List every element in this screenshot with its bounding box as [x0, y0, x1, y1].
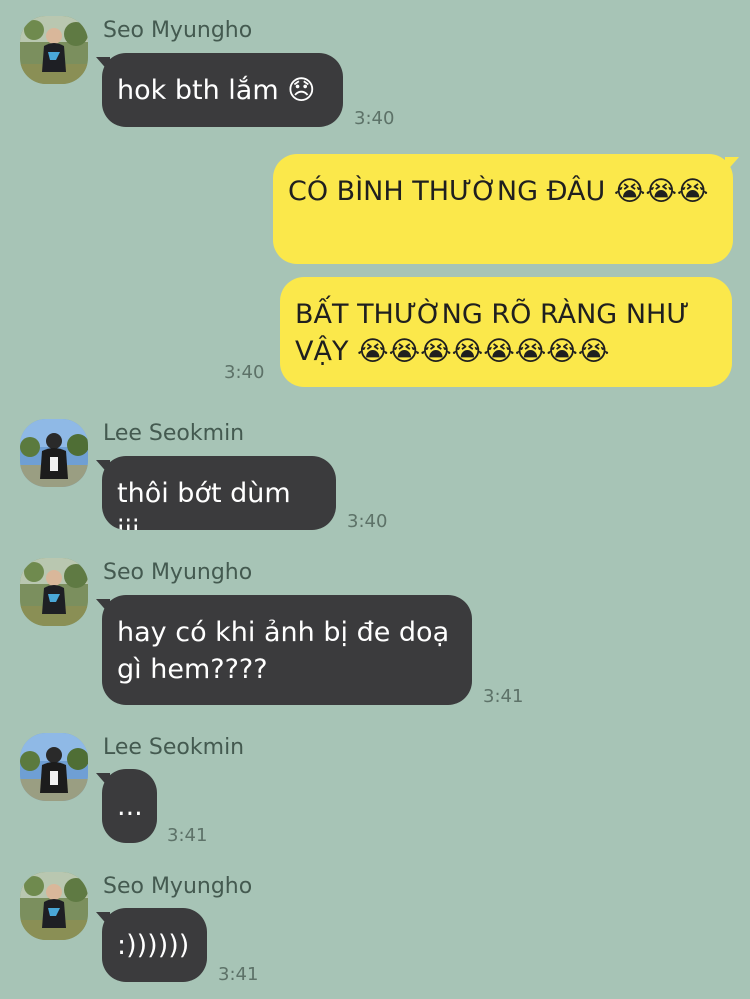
avatar-lee-seokmin[interactable]	[20, 419, 88, 487]
message-time: 3:41	[218, 964, 259, 985]
avatar-photo	[20, 419, 88, 487]
avatar-photo	[20, 872, 88, 940]
sender-name: Seo Myungho	[103, 874, 253, 899]
message-bubble-incoming[interactable]: hok bth lắm 😞	[102, 53, 343, 127]
message-time: 3:40	[354, 108, 395, 129]
sender-name: Seo Myungho	[103, 18, 253, 43]
message-bubble-incoming[interactable]: ...	[102, 769, 157, 843]
avatar-seo-myungho[interactable]	[20, 872, 88, 940]
message-bubble-outgoing[interactable]: BẤT THƯỜNG RÕ RÀNG NHƯ VẬY 😭😭😭😭😭😭😭😭	[280, 277, 732, 387]
message-time: 3:40	[347, 511, 388, 532]
sender-name: Lee Seokmin	[103, 735, 245, 760]
chat-window: Seo Myungho hok bth lắm 😞 3:40 CÓ BÌNH T…	[0, 0, 750, 999]
message-bubble-incoming[interactable]: thôi bớt dùm iii	[102, 456, 336, 530]
avatar-lee-seokmin[interactable]	[20, 733, 88, 801]
message-bubble-incoming[interactable]: :))))))	[102, 908, 207, 982]
bubble-tail	[725, 157, 739, 173]
message-bubble-incoming[interactable]: hay có khi ảnh bị đe doạ gì hem????	[102, 595, 472, 705]
avatar-photo	[20, 558, 88, 626]
avatar-photo	[20, 733, 88, 801]
message-time: 3:41	[483, 686, 524, 707]
message-bubble-outgoing[interactable]: CÓ BÌNH THƯỜNG ĐÂU 😭😭😭	[273, 154, 733, 264]
sender-name: Lee Seokmin	[103, 421, 245, 446]
avatar-photo	[20, 16, 88, 84]
message-time: 3:40	[224, 362, 265, 383]
message-time: 3:41	[167, 825, 208, 846]
sender-name: Seo Myungho	[103, 560, 253, 585]
avatar-seo-myungho[interactable]	[20, 558, 88, 626]
avatar-seo-myungho[interactable]	[20, 16, 88, 84]
